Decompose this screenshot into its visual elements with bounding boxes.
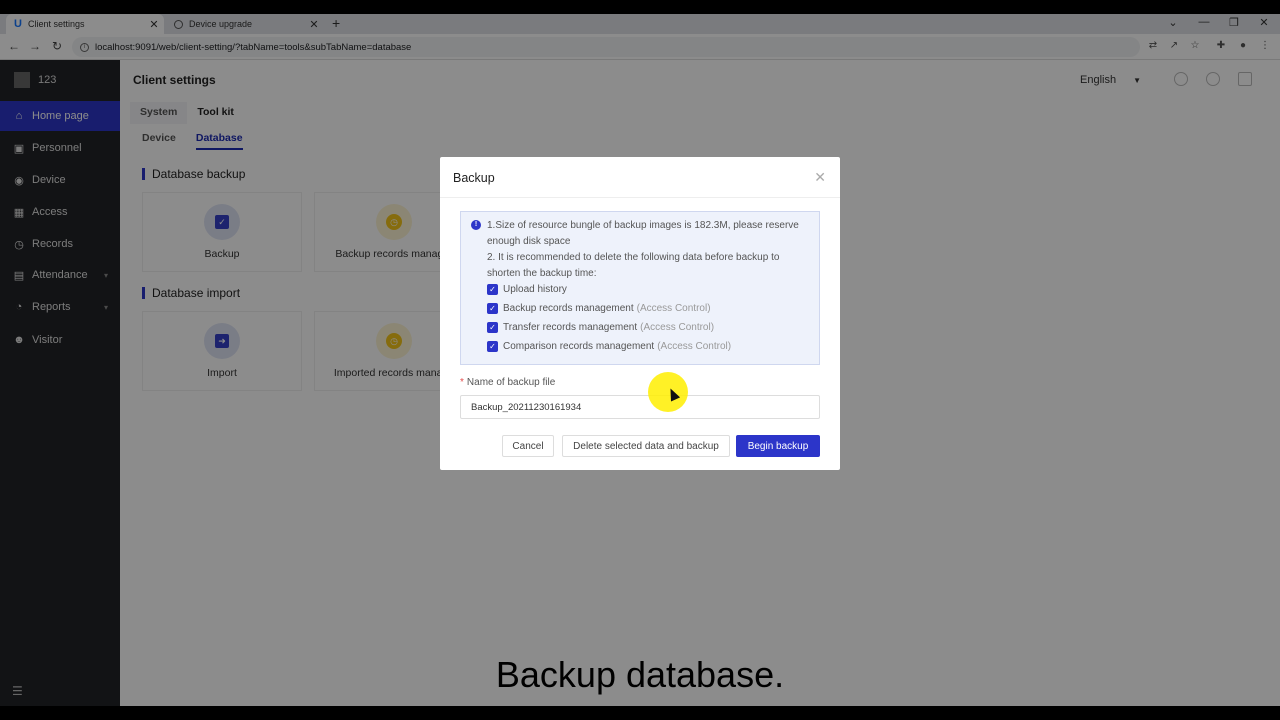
checkbox-label: Transfer records management	[503, 322, 638, 333]
checkbox-label: Comparison records management	[503, 341, 655, 352]
checkbox-checked-icon[interactable]: ✓	[487, 322, 498, 333]
info-icon: !	[471, 220, 481, 230]
checkbox-checked-icon[interactable]: ✓	[487, 303, 498, 314]
checkbox-sublabel: (Access Control)	[640, 322, 715, 333]
backup-filename-input[interactable]	[460, 395, 820, 419]
notice-line-2: 2. It is recommended to delete the follo…	[487, 252, 780, 279]
checkbox-label: Upload history	[503, 284, 567, 295]
backup-notice: ! 1.Size of resource bungle of backup im…	[460, 211, 820, 365]
screen: U Client settings ✕ Device upgrade ✕ + ⌄…	[0, 14, 1280, 706]
video-caption: Backup database.	[495, 654, 785, 695]
checkbox-checked-icon[interactable]: ✓	[487, 341, 498, 352]
checkbox-label: Backup records management	[503, 303, 634, 314]
checkbox-sublabel: (Access Control)	[636, 303, 711, 314]
checkbox-backup-records[interactable]: ✓ Backup records management (Access Cont…	[487, 303, 711, 314]
begin-backup-button[interactable]: Begin backup	[736, 435, 820, 457]
dialog-title: Backup	[453, 171, 495, 185]
dialog-divider	[440, 197, 840, 198]
checkbox-upload-history[interactable]: ✓ Upload history	[487, 284, 567, 295]
backup-filename-label: * Name of backup file	[460, 377, 555, 388]
required-mark: *	[460, 377, 464, 388]
checkbox-checked-icon[interactable]: ✓	[487, 284, 498, 295]
notice-line-1: 1.Size of resource bungle of backup imag…	[487, 220, 799, 247]
checkbox-comparison-records[interactable]: ✓ Comparison records management (Access …	[487, 341, 731, 352]
field-label-text: Name of backup file	[466, 377, 556, 388]
delete-and-backup-button[interactable]: Delete selected data and backup	[562, 435, 730, 457]
close-icon[interactable]: ✕	[814, 169, 826, 186]
cancel-button[interactable]: Cancel	[502, 435, 554, 457]
checkbox-transfer-records[interactable]: ✓ Transfer records management (Access Co…	[487, 322, 714, 333]
checkbox-sublabel: (Access Control)	[657, 341, 732, 352]
backup-dialog: Backup ✕ ! 1.Size of resource bungle of …	[440, 157, 840, 470]
